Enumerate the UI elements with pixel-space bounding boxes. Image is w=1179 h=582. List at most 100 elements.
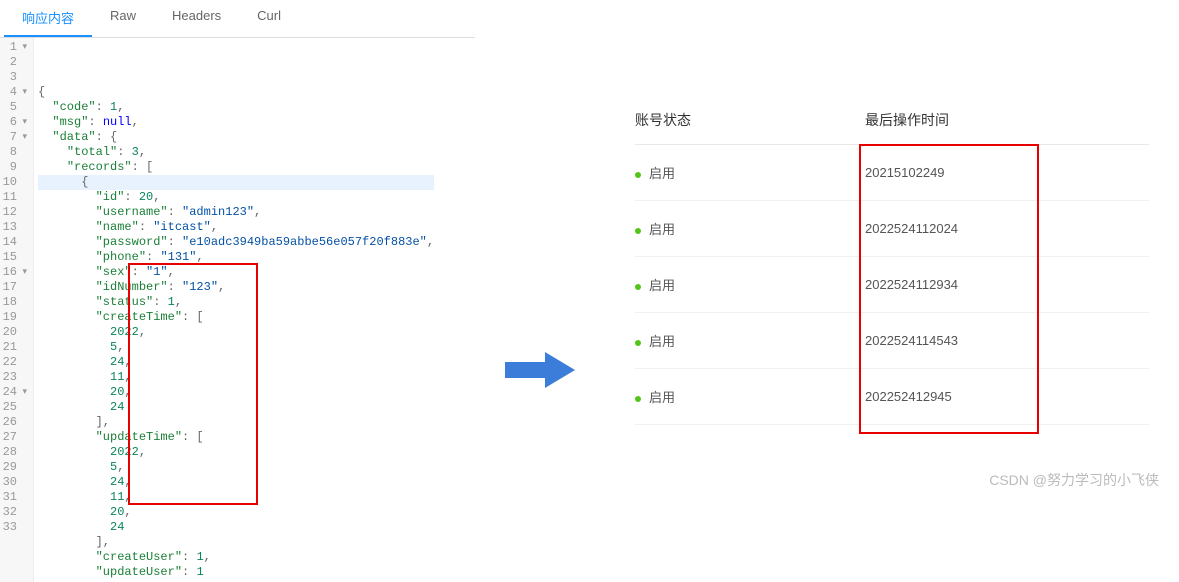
code-line[interactable]: 5,: [38, 460, 434, 475]
line-number: 14: [2, 235, 27, 250]
code-line[interactable]: "createUser": 1,: [38, 550, 434, 565]
cell-status: 启用: [635, 331, 865, 350]
code-line[interactable]: 24: [38, 520, 434, 535]
line-number: 20: [2, 325, 27, 340]
tab-raw[interactable]: Raw: [92, 0, 154, 37]
code-line[interactable]: "updateTime": [: [38, 430, 434, 445]
line-number: 6▾: [2, 115, 27, 130]
line-number: 31: [2, 490, 27, 505]
table-row[interactable]: 启用2022524112024: [635, 201, 1149, 257]
status-dot-icon: [635, 172, 641, 178]
fold-toggle-icon[interactable]: ▾: [19, 385, 27, 400]
line-number: 4▾: [2, 85, 27, 100]
line-number: 5: [2, 100, 27, 115]
code-line[interactable]: {: [38, 85, 434, 100]
code-line[interactable]: {: [38, 175, 434, 190]
code-line[interactable]: "status": 1,: [38, 295, 434, 310]
line-number: 27: [2, 430, 27, 445]
line-number: 15: [2, 250, 27, 265]
fold-toggle-icon[interactable]: ▾: [19, 85, 27, 100]
table-row[interactable]: 启用2022524112934: [635, 257, 1149, 313]
line-number: 2: [2, 55, 27, 70]
line-number: 18: [2, 295, 27, 310]
line-number: 13: [2, 220, 27, 235]
code-line[interactable]: 24: [38, 400, 434, 415]
line-number: 22: [2, 355, 27, 370]
code-line[interactable]: "code": 1,: [38, 100, 434, 115]
json-viewer[interactable]: 1▾234▾56▾7▾8910111213141516▾171819202122…: [0, 38, 475, 582]
line-number: 7▾: [2, 130, 27, 145]
cell-time: 2022524112934: [865, 277, 1149, 292]
code-line[interactable]: "name": "itcast",: [38, 220, 434, 235]
code-line[interactable]: "id": 20,: [38, 190, 434, 205]
fold-toggle-icon[interactable]: ▾: [19, 265, 27, 280]
code-line[interactable]: ],: [38, 535, 434, 550]
cell-status: 启用: [635, 275, 865, 294]
code-line[interactable]: 24,: [38, 355, 434, 370]
line-number: 29: [2, 460, 27, 475]
cell-status: 启用: [635, 219, 865, 238]
code-line[interactable]: "password": "e10adc3949ba59abbe56e057f20…: [38, 235, 434, 250]
code-line[interactable]: "username": "admin123",: [38, 205, 434, 220]
code-line[interactable]: 2022,: [38, 445, 434, 460]
line-number: 8: [2, 145, 27, 160]
line-number: 25: [2, 400, 27, 415]
line-number: 28: [2, 445, 27, 460]
code-line[interactable]: "updateUser": 1: [38, 565, 434, 580]
cell-time: 20215102249: [865, 165, 1149, 180]
line-number: 1▾: [2, 40, 27, 55]
code-line[interactable]: "data": {: [38, 130, 434, 145]
cell-time: 2022524114543: [865, 333, 1149, 348]
line-number: 26: [2, 415, 27, 430]
code-line[interactable]: 24,: [38, 475, 434, 490]
code-line[interactable]: 2022,: [38, 325, 434, 340]
cell-status: 启用: [635, 163, 865, 182]
status-dot-icon: [635, 228, 641, 234]
code-line[interactable]: 20,: [38, 385, 434, 400]
line-number: 21: [2, 340, 27, 355]
code-line[interactable]: ],: [38, 415, 434, 430]
tab-response-body[interactable]: 响应内容: [4, 0, 92, 37]
line-number: 11: [2, 190, 27, 205]
line-number: 10: [2, 175, 27, 190]
watermark: CSDN @努力学习的小飞侠: [989, 470, 1159, 490]
table-row[interactable]: 启用2022524114543: [635, 313, 1149, 369]
code-line[interactable]: "total": 3,: [38, 145, 434, 160]
code-line[interactable]: "phone": "131",: [38, 250, 434, 265]
tab-curl[interactable]: Curl: [239, 0, 299, 37]
code-line[interactable]: "createTime": [: [38, 310, 434, 325]
response-panel: 响应内容 Raw Headers Curl 1▾234▾56▾7▾8910111…: [0, 0, 475, 500]
line-number: 30: [2, 475, 27, 490]
fold-toggle-icon[interactable]: ▾: [19, 130, 27, 145]
code-line[interactable]: "records": [: [38, 160, 434, 175]
line-number: 9: [2, 160, 27, 175]
status-dot-icon: [635, 340, 641, 346]
code-line[interactable]: "msg": null,: [38, 115, 434, 130]
status-dot-icon: [635, 396, 641, 402]
table-header: 账号状态 最后操作时间: [635, 110, 1149, 145]
line-number: 24▾: [2, 385, 27, 400]
header-time: 最后操作时间: [865, 110, 1149, 130]
cell-status: 启用: [635, 387, 865, 406]
arrow-icon: [475, 0, 605, 500]
code-line[interactable]: 5,: [38, 340, 434, 355]
code-line[interactable]: 20,: [38, 505, 434, 520]
header-status: 账号状态: [635, 110, 865, 130]
fold-toggle-icon[interactable]: ▾: [19, 115, 27, 130]
code-line[interactable]: 11,: [38, 490, 434, 505]
fold-toggle-icon[interactable]: ▾: [19, 40, 27, 55]
cell-time: 202252412945: [865, 389, 1149, 404]
result-table-panel: 账号状态 最后操作时间 启用20215102249启用2022524112024…: [605, 0, 1179, 500]
status-dot-icon: [635, 284, 641, 290]
cell-time: 2022524112024: [865, 221, 1149, 236]
line-number: 32: [2, 505, 27, 520]
line-number: 12: [2, 205, 27, 220]
line-number: 17: [2, 280, 27, 295]
tab-headers[interactable]: Headers: [154, 0, 239, 37]
code-line[interactable]: "idNumber": "123",: [38, 280, 434, 295]
code-line[interactable]: "sex": "1",: [38, 265, 434, 280]
table-row[interactable]: 启用20215102249: [635, 145, 1149, 201]
table-row[interactable]: 启用202252412945: [635, 369, 1149, 425]
line-number: 33: [2, 520, 27, 535]
code-line[interactable]: 11,: [38, 370, 434, 385]
